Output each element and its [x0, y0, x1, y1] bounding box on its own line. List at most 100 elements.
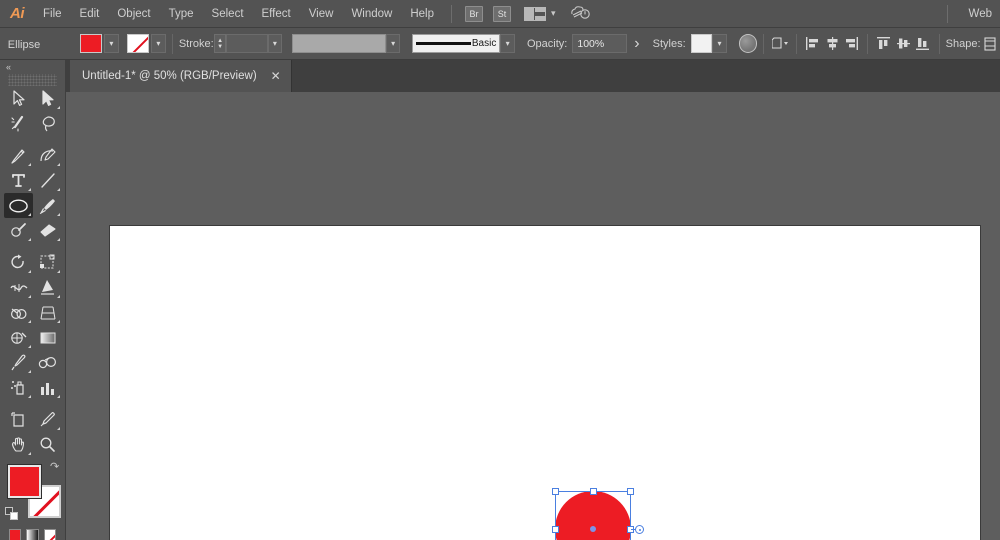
scale-tool[interactable]: [33, 250, 62, 275]
menu-item-type[interactable]: Type: [160, 0, 203, 28]
recolor-artwork-icon[interactable]: [738, 34, 758, 53]
align-right-icon[interactable]: [842, 34, 861, 54]
styles-chevron-icon[interactable]: ▾: [712, 34, 727, 53]
mesh-tool[interactable]: [4, 325, 33, 350]
fill-dropdown-chevron-icon[interactable]: ▾: [103, 34, 119, 53]
eyedropper-tool[interactable]: [4, 350, 33, 375]
align-center-horizontal-icon[interactable]: [822, 34, 841, 54]
opacity-input[interactable]: 100%: [572, 34, 628, 53]
line-segment-tool[interactable]: [33, 168, 62, 193]
document-tab-title: Untitled-1* @ 50% (RGB/Preview): [82, 70, 257, 82]
toolbar-collapse-button[interactable]: «: [0, 60, 65, 74]
free-transform-tool[interactable]: [33, 275, 62, 300]
artboard[interactable]: ◤: [109, 225, 981, 540]
symbol-sprayer-tool[interactable]: [4, 375, 33, 400]
zoom-tool[interactable]: [33, 432, 62, 457]
tool-group-indicator-icon: [28, 370, 31, 373]
align-top-icon[interactable]: [874, 34, 893, 54]
direct-selection-tool[interactable]: [33, 86, 62, 111]
stroke-color-control[interactable]: ▾: [126, 34, 166, 53]
tool-group-indicator-icon: [57, 188, 60, 191]
toolbar-drag-handle[interactable]: [8, 74, 57, 86]
bridge-button[interactable]: Br: [465, 5, 483, 22]
shape-properties-icon[interactable]: [981, 34, 1000, 54]
menu-item-edit[interactable]: Edit: [71, 0, 109, 28]
stroke-swatch-none[interactable]: [126, 34, 149, 53]
tool-group-indicator-icon: [57, 238, 60, 241]
menu-item-object[interactable]: Object: [108, 0, 159, 28]
control-bar-grip[interactable]: [0, 28, 8, 60]
tool-group-indicator-icon: [28, 395, 31, 398]
tool-group-indicator-icon: [28, 270, 31, 273]
default-fill-stroke-icon[interactable]: [5, 507, 18, 520]
shape-width-widget-icon[interactable]: [635, 525, 644, 534]
hand-tool[interactable]: [4, 432, 33, 457]
arrange-documents-icon[interactable]: [524, 6, 546, 21]
opacity-options-icon[interactable]: ›: [627, 34, 646, 54]
fill-control[interactable]: ▾: [79, 34, 119, 53]
menu-item-effect[interactable]: Effect: [253, 0, 300, 28]
menu-item-select[interactable]: Select: [203, 0, 253, 28]
fill-color-swatch[interactable]: [7, 464, 42, 499]
lasso-tool[interactable]: [33, 111, 62, 136]
tool-group-indicator-icon: [28, 320, 31, 323]
paintbrush-tool[interactable]: [33, 193, 62, 218]
rotate-tool[interactable]: [4, 250, 33, 275]
column-graph-tool[interactable]: [33, 375, 62, 400]
type-tool[interactable]: [4, 168, 33, 193]
chevron-down-icon[interactable]: ▾: [551, 8, 556, 19]
creative-cloud-sync-icon[interactable]: [570, 5, 590, 23]
swap-fill-stroke-icon[interactable]: ↷: [50, 461, 62, 473]
stroke-dropdown-chevron-icon[interactable]: ▾: [150, 34, 166, 53]
blend-tool[interactable]: [33, 350, 62, 375]
variable-width-profile-input[interactable]: [292, 34, 386, 53]
menu-item-help[interactable]: Help: [401, 0, 443, 28]
handle-top-center[interactable]: [589, 488, 597, 495]
align-bottom-icon[interactable]: [913, 34, 932, 54]
magic-wand-tool[interactable]: [4, 111, 33, 136]
stroke-weight-chevron-icon[interactable]: ▾: [267, 34, 283, 53]
pen-tool[interactable]: [4, 143, 33, 168]
width-tool[interactable]: [4, 275, 33, 300]
brush-definition-chevron-icon[interactable]: ▾: [500, 34, 515, 53]
close-icon[interactable]: ✕: [271, 70, 281, 82]
selection-tool[interactable]: [4, 86, 33, 111]
gradient-tool[interactable]: [33, 325, 62, 350]
gradient-fill-button[interactable]: [26, 529, 39, 540]
fill-swatch[interactable]: [79, 34, 102, 53]
shape-builder-tool[interactable]: [4, 300, 33, 325]
shaper-tool[interactable]: [4, 218, 33, 243]
transform-object-icon[interactable]: [770, 34, 789, 54]
variable-width-chevron-icon[interactable]: ▾: [385, 34, 401, 53]
color-fill-button[interactable]: [9, 529, 22, 540]
align-center-vertical-icon[interactable]: [894, 34, 913, 54]
control-divider-5: [938, 33, 940, 54]
eraser-tool[interactable]: [33, 218, 62, 243]
stroke-weight-stepper[interactable]: ▲ ▼: [213, 34, 227, 53]
brush-definition-dropdown[interactable]: Basic: [412, 34, 501, 53]
artboard-tool[interactable]: [4, 407, 33, 432]
curvature-tool[interactable]: [33, 143, 62, 168]
workspace-divider: [947, 5, 948, 23]
handle-middle-left[interactable]: [552, 525, 559, 533]
handle-top-right[interactable]: [627, 488, 634, 495]
none-fill-button[interactable]: [43, 529, 56, 540]
color-control: ↷: [0, 461, 66, 523]
align-left-icon[interactable]: [803, 34, 822, 54]
menu-item-window[interactable]: Window: [342, 0, 401, 28]
workspace-switcher[interactable]: Web: [969, 0, 992, 28]
handle-top-left[interactable]: [552, 488, 559, 495]
document-tab-bar: Untitled-1* @ 50% (RGB/Preview) ✕: [0, 60, 1000, 92]
stock-button[interactable]: St: [493, 5, 511, 22]
graphic-style-swatch[interactable]: [690, 34, 713, 53]
canvas-area[interactable]: ◤: [66, 92, 1000, 540]
active-tool-label: Ellipse: [7, 38, 41, 51]
document-tab[interactable]: Untitled-1* @ 50% (RGB/Preview) ✕: [70, 60, 292, 92]
ellipse-tool[interactable]: [4, 193, 33, 218]
stroke-weight-input[interactable]: [226, 34, 268, 53]
selected-object[interactable]: [547, 483, 644, 540]
menu-item-view[interactable]: View: [300, 0, 343, 28]
menu-item-file[interactable]: File: [34, 0, 71, 28]
slice-tool[interactable]: [33, 407, 62, 432]
perspective-grid-tool[interactable]: [33, 300, 62, 325]
